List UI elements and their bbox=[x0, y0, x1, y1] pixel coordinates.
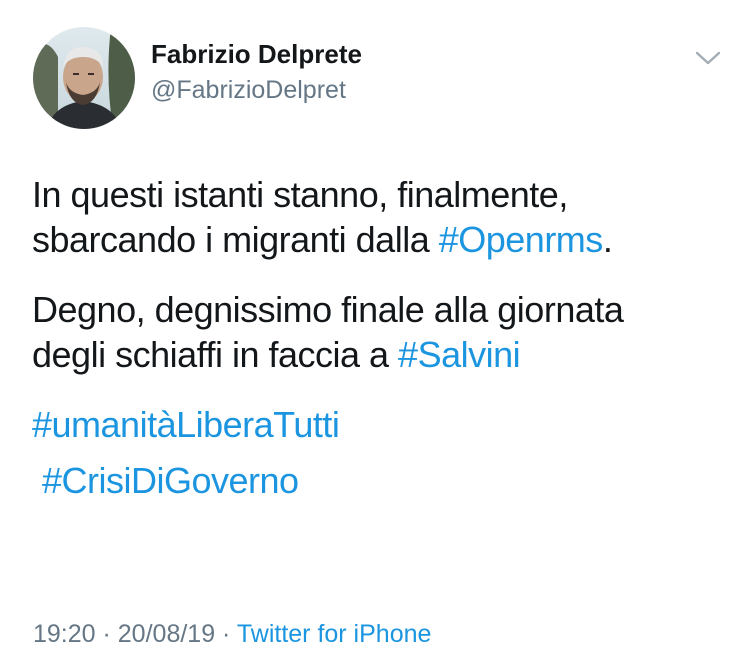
tweet-line: degli schiaffi in faccia a #Salvini bbox=[32, 332, 732, 377]
meta-separator: · bbox=[215, 620, 237, 648]
user-handle[interactable]: @FabrizioDelpret bbox=[151, 72, 362, 108]
tweet-meta: 19:20 · 20/08/19 · Twitter for iPhone bbox=[33, 617, 431, 651]
hashtag-list: #umanitàLiberaTutti #CrisiDiGoverno bbox=[32, 402, 732, 514]
hashtag-openrms[interactable]: #Openrms bbox=[439, 219, 604, 260]
tweet-date[interactable]: 20/08/19 bbox=[118, 620, 215, 648]
tweet-card: Fabrizio Delprete @FabrizioDelpret In qu… bbox=[0, 0, 750, 666]
tweet-line: Degno, degnissimo finale alla giornata bbox=[32, 289, 624, 330]
chevron-down-icon[interactable] bbox=[693, 46, 723, 70]
hashtag-salvini[interactable]: #Salvini bbox=[398, 334, 521, 375]
meta-separator: · bbox=[95, 620, 118, 648]
author-info: Fabrizio Delprete @FabrizioDelpret bbox=[151, 36, 362, 108]
tweet-paragraph: In questi istanti stanno, finalmente, sb… bbox=[32, 172, 732, 262]
tweet-line-end: . bbox=[602, 219, 613, 260]
tweet-time[interactable]: 19:20 bbox=[33, 620, 96, 648]
avatar[interactable] bbox=[33, 27, 135, 129]
hashtag-crisi-di-governo[interactable]: #CrisiDiGoverno bbox=[32, 447, 732, 514]
tweet-paragraph: Degno, degnissimo finale alla giornata d… bbox=[32, 287, 732, 377]
avatar-image bbox=[33, 27, 135, 129]
hashtag-umanita-libera-tutti[interactable]: #umanitàLiberaTutti bbox=[32, 402, 732, 447]
tweet-line: In questi istanti stanno, finalmente, bbox=[32, 174, 568, 215]
display-name[interactable]: Fabrizio Delprete bbox=[151, 36, 362, 72]
tweet-source[interactable]: Twitter for iPhone bbox=[237, 620, 432, 648]
tweet-text: In questi istanti stanno, finalmente, sb… bbox=[32, 172, 732, 514]
tweet-line: sbarcando i migranti dalla #Openrms. bbox=[32, 217, 732, 262]
tweet-line-text: degli schiaffi in faccia a bbox=[32, 334, 399, 375]
tweet-line-text: sbarcando i migranti dalla bbox=[32, 219, 439, 260]
